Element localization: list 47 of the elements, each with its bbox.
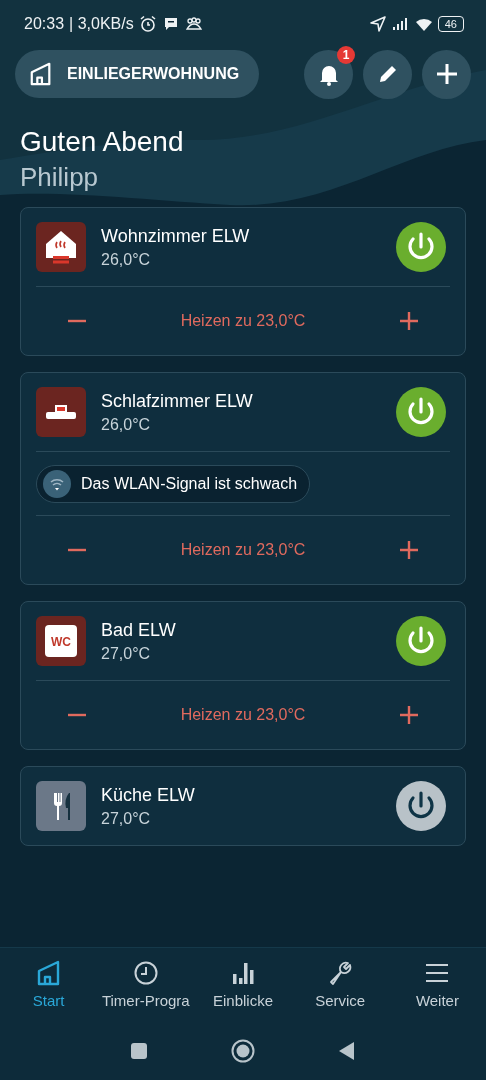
- nav-tab[interactable]: Service: [291, 956, 389, 1022]
- room-temperature: 27,0°C: [101, 644, 152, 663]
- nav-tab[interactable]: Weiter: [388, 956, 486, 1022]
- location-arrow-icon: [368, 15, 387, 33]
- power-button[interactable]: [396, 222, 446, 272]
- room-name: Bad ELW: [101, 619, 177, 641]
- alarm-icon: [138, 15, 157, 33]
- room-card[interactable]: Küche ELW 27,0°C: [20, 766, 466, 846]
- setpoint-text: Heizen zu 23,0°C: [180, 541, 306, 559]
- plus-button[interactable]: [398, 704, 420, 726]
- wifi-icon: [43, 469, 71, 498]
- battery-level: 46: [437, 16, 464, 32]
- room-temperature: 26,0°C: [101, 415, 152, 434]
- plus-icon: [434, 62, 459, 86]
- room-card[interactable]: WC Bad ELW 27,0°C Heizen zu 23,0°C: [20, 601, 466, 750]
- home-icon: [35, 960, 62, 986]
- greeting-title: Guten Abend: [20, 126, 185, 158]
- clock-time: 20:33: [24, 15, 65, 33]
- plus-button[interactable]: [398, 539, 420, 561]
- warning-text: Das WLAN-Signal ist schwach: [81, 474, 298, 493]
- room-name: Wohnzimmer ELW: [101, 225, 251, 247]
- wrench-icon: [327, 960, 354, 986]
- clock-icon: [132, 960, 159, 986]
- room-temperature: 26,0°C: [101, 250, 152, 269]
- setpoint-text: Heizen zu 23,0°C: [180, 706, 306, 724]
- setpoint-text: Heizen zu 23,0°C: [180, 312, 306, 330]
- home-selector-button[interactable]: EINLIEGERWOHNUNG: [15, 50, 260, 98]
- nav-tab[interactable]: Start: [0, 956, 98, 1022]
- power-button[interactable]: [396, 387, 446, 437]
- nav-tab[interactable]: Timer-Progra: [97, 956, 195, 1022]
- user-name: Philipp: [20, 162, 100, 193]
- power-button[interactable]: [396, 781, 446, 831]
- power-button[interactable]: [396, 616, 446, 666]
- nav-tab[interactable]: Einblicke: [194, 956, 292, 1022]
- bar-chart-icon: [230, 960, 256, 986]
- room-card[interactable]: Wohnzimmer ELW 26,0°C Heizen zu 23,0°C: [20, 207, 466, 356]
- people-icon: [184, 15, 203, 33]
- room-name: Schlafzimmer ELW: [101, 390, 254, 412]
- signal-icon: [391, 15, 410, 33]
- home-button[interactable]: [231, 1039, 255, 1063]
- network-speed: | 3,0KB/s: [69, 15, 134, 33]
- room-card[interactable]: Schlafzimmer ELW 26,0°C Das WLAN-Signal ist schwach Heizen zu 23,0°C: [20, 372, 466, 585]
- toilet-sign-icon: WC: [36, 616, 86, 666]
- plus-button[interactable]: [398, 310, 420, 332]
- house-icon: [29, 62, 53, 86]
- room-name: Küche ELW: [101, 784, 196, 806]
- room-temperature: 27,0°C: [101, 809, 152, 828]
